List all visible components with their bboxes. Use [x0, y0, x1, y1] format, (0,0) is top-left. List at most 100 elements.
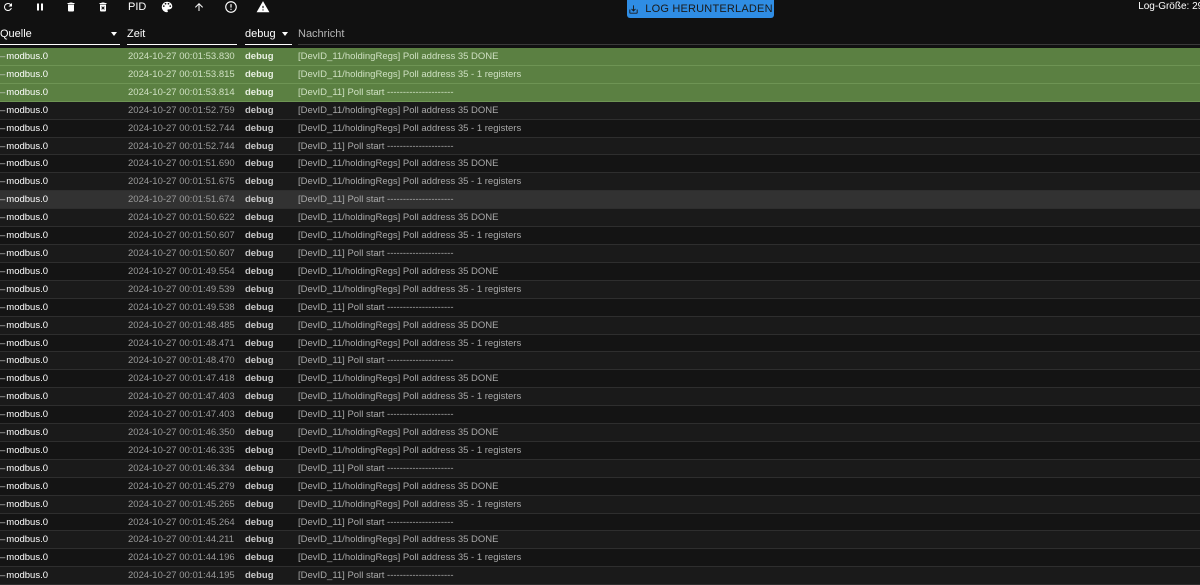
log-row[interactable]: –modbus.0 2024-10-27 00:01:46.334 debug [De…	[0, 459, 1200, 478]
log-source: –modbus.0	[0, 265, 49, 277]
log-source: –modbus.0	[0, 355, 49, 367]
log-severity: debug	[245, 391, 274, 403]
log-time: 2024-10-27 00:01:52.744	[128, 140, 235, 152]
log-source: –modbus.0	[0, 444, 49, 456]
log-time: 2024-10-27 00:01:49.539	[128, 283, 235, 295]
log-row[interactable]: –modbus.0 2024-10-27 00:01:52.744 debug [De…	[0, 137, 1200, 156]
log-row[interactable]: –modbus.0 2024-10-27 00:01:49.538 debug [De…	[0, 298, 1200, 317]
log-row[interactable]: –modbus.0 2024-10-27 00:01:51.675 debug [De…	[0, 173, 1200, 192]
log-time: 2024-10-27 00:01:52.759	[128, 104, 235, 116]
log-source: –modbus.0	[0, 480, 49, 492]
log-row[interactable]: –modbus.0 2024-10-27 00:01:50.607 debug [De…	[0, 227, 1200, 245]
log-time: 2024-10-27 00:01:48.485	[128, 319, 235, 331]
log-source: –modbus.0	[0, 301, 49, 313]
log-severity: debug	[245, 427, 274, 439]
log-row[interactable]: –modbus.0 2024-10-27 00:01:47.418 debug [De…	[0, 370, 1200, 389]
log-time: 2024-10-27 00:01:44.195	[128, 570, 235, 582]
log-row[interactable]: –modbus.0 2024-10-27 00:01:45.265 debug [De…	[0, 495, 1200, 514]
download-log-label: LOG HERUNTERLADEN	[645, 3, 773, 15]
log-time: 2024-10-27 00:01:51.675	[128, 176, 235, 188]
log-time: 2024-10-27 00:01:48.471	[128, 337, 235, 349]
log-row[interactable]: –modbus.0 2024-10-27 00:01:44.196 debug [De…	[0, 549, 1200, 568]
palette-icon[interactable]	[160, 0, 174, 14]
log-row[interactable]: –modbus.0 2024-10-27 00:01:45.279 debug [De…	[0, 477, 1200, 496]
log-source: –modbus.0	[0, 409, 49, 421]
log-time: 2024-10-27 00:01:51.690	[128, 158, 235, 170]
severity-column-filter[interactable]: debug	[245, 25, 292, 45]
log-row[interactable]: –modbus.0 2024-10-27 00:01:49.539 debug [De…	[0, 280, 1200, 299]
log-time: 2024-10-27 00:01:44.211	[128, 534, 234, 546]
refresh-icon[interactable]	[2, 0, 14, 14]
log-message: [DevID_11/holdingRegs] Poll address 35 -…	[298, 444, 522, 456]
log-severity: debug	[245, 444, 274, 456]
log-message: [DevID_11] Poll start ------------------…	[298, 355, 454, 367]
log-row[interactable]: –modbus.0 2024-10-27 00:01:52.744 debug [De…	[0, 119, 1200, 138]
log-row[interactable]: –modbus.0 2024-10-27 00:01:46.335 debug [De…	[0, 441, 1200, 460]
log-row[interactable]: –modbus.0 2024-10-27 00:01:53.814 debug [De…	[0, 83, 1200, 102]
severity-column-label: debug	[245, 28, 276, 40]
log-severity: debug	[245, 552, 274, 564]
log-row[interactable]: –modbus.0 2024-10-27 00:01:51.690 debug [De…	[0, 155, 1200, 174]
delete-forever-icon[interactable]	[97, 0, 109, 14]
log-source: –modbus.0	[0, 230, 49, 242]
log-toolbar: PID LOG HERUNTERLADEN Log-Größe: 29.	[0, 0, 1200, 22]
time-column-label: Zeit	[127, 28, 146, 40]
pid-button[interactable]: PID	[128, 0, 146, 14]
warning-circle-icon[interactable]	[224, 0, 238, 14]
log-message: [DevID_11] Poll start ------------------…	[298, 247, 454, 259]
log-message: [DevID_11] Poll start ------------------…	[298, 516, 454, 528]
log-severity: debug	[245, 283, 274, 295]
log-row[interactable]: –modbus.0 2024-10-27 00:01:51.674 debug [De…	[0, 191, 1200, 210]
log-message: [DevID_11/holdingRegs] Poll address 35 -…	[298, 498, 522, 510]
log-message: [DevID_11/holdingRegs] Poll address 35 -…	[298, 283, 522, 295]
log-message: [DevID_11/holdingRegs] Poll address 35 D…	[298, 158, 499, 170]
log-severity: debug	[245, 194, 274, 206]
source-column-label: Quelle	[0, 28, 32, 40]
log-time: 2024-10-27 00:01:46.335	[128, 444, 235, 456]
download-log-button[interactable]: LOG HERUNTERLADEN	[627, 0, 774, 18]
log-row[interactable]: –modbus.0 2024-10-27 00:01:47.403 debug [De…	[0, 388, 1200, 407]
log-time: 2024-10-27 00:01:49.538	[128, 301, 235, 313]
log-message: [DevID_11/holdingRegs] Poll address 35 -…	[298, 68, 522, 80]
log-row[interactable]: –modbus.0 2024-10-27 00:01:50.622 debug [De…	[0, 209, 1200, 228]
log-row[interactable]: –modbus.0 2024-10-27 00:01:44.195 debug [De…	[0, 567, 1200, 585]
log-source: –modbus.0	[0, 337, 49, 349]
log-row[interactable]: –modbus.0 2024-10-27 00:01:47.403 debug [De…	[0, 406, 1200, 425]
message-column-filter[interactable]: Nachricht	[298, 25, 1200, 45]
arrow-up-icon[interactable]	[193, 0, 205, 14]
log-row[interactable]: –modbus.0 2024-10-27 00:01:49.554 debug [De…	[0, 262, 1200, 281]
log-message: [DevID_11/holdingRegs] Poll address 35 D…	[298, 212, 499, 224]
log-row[interactable]: –modbus.0 2024-10-27 00:01:52.759 debug [De…	[0, 101, 1200, 120]
log-time: 2024-10-27 00:01:52.744	[128, 122, 235, 134]
log-message: [DevID_11/holdingRegs] Poll address 35 -…	[298, 337, 522, 349]
log-row[interactable]: –modbus.0 2024-10-27 00:01:48.470 debug [De…	[0, 352, 1200, 371]
warning-triangle-icon[interactable]	[256, 0, 270, 14]
log-source: –modbus.0	[0, 86, 49, 98]
log-severity: debug	[245, 373, 274, 385]
log-row[interactable]: –modbus.0 2024-10-27 00:01:46.350 debug [De…	[0, 424, 1200, 442]
time-column-header[interactable]: Zeit	[127, 25, 237, 45]
log-severity: debug	[245, 301, 274, 313]
log-severity: debug	[245, 319, 274, 331]
log-time: 2024-10-27 00:01:53.815	[128, 68, 235, 80]
log-source: –modbus.0	[0, 427, 49, 439]
log-message: [DevID_11/holdingRegs] Poll address 35 D…	[298, 480, 499, 492]
log-source: –modbus.0	[0, 68, 49, 80]
log-row[interactable]: –modbus.0 2024-10-27 00:01:48.485 debug [De…	[0, 316, 1200, 335]
log-source: –modbus.0	[0, 122, 49, 134]
source-column-filter[interactable]: Quelle	[0, 25, 120, 45]
pause-icon[interactable]	[34, 0, 46, 14]
log-row[interactable]: –modbus.0 2024-10-27 00:01:53.830 debug [De…	[0, 48, 1200, 66]
message-column-label: Nachricht	[298, 28, 345, 40]
log-row[interactable]: –modbus.0 2024-10-27 00:01:53.815 debug [De…	[0, 65, 1200, 84]
log-row[interactable]: –modbus.0 2024-10-27 00:01:45.264 debug [De…	[0, 513, 1200, 532]
log-row[interactable]: –modbus.0 2024-10-27 00:01:50.607 debug [De…	[0, 244, 1200, 263]
delete-icon[interactable]	[65, 0, 77, 14]
log-time: 2024-10-27 00:01:45.279	[128, 480, 235, 492]
log-row[interactable]: –modbus.0 2024-10-27 00:01:44.211 debug [De…	[0, 531, 1200, 550]
log-time: 2024-10-27 00:01:47.403	[128, 409, 235, 421]
log-row[interactable]: –modbus.0 2024-10-27 00:01:48.471 debug [De…	[0, 334, 1200, 353]
log-severity: debug	[245, 462, 274, 474]
log-severity: debug	[245, 498, 274, 510]
log-source: –modbus.0	[0, 498, 49, 510]
